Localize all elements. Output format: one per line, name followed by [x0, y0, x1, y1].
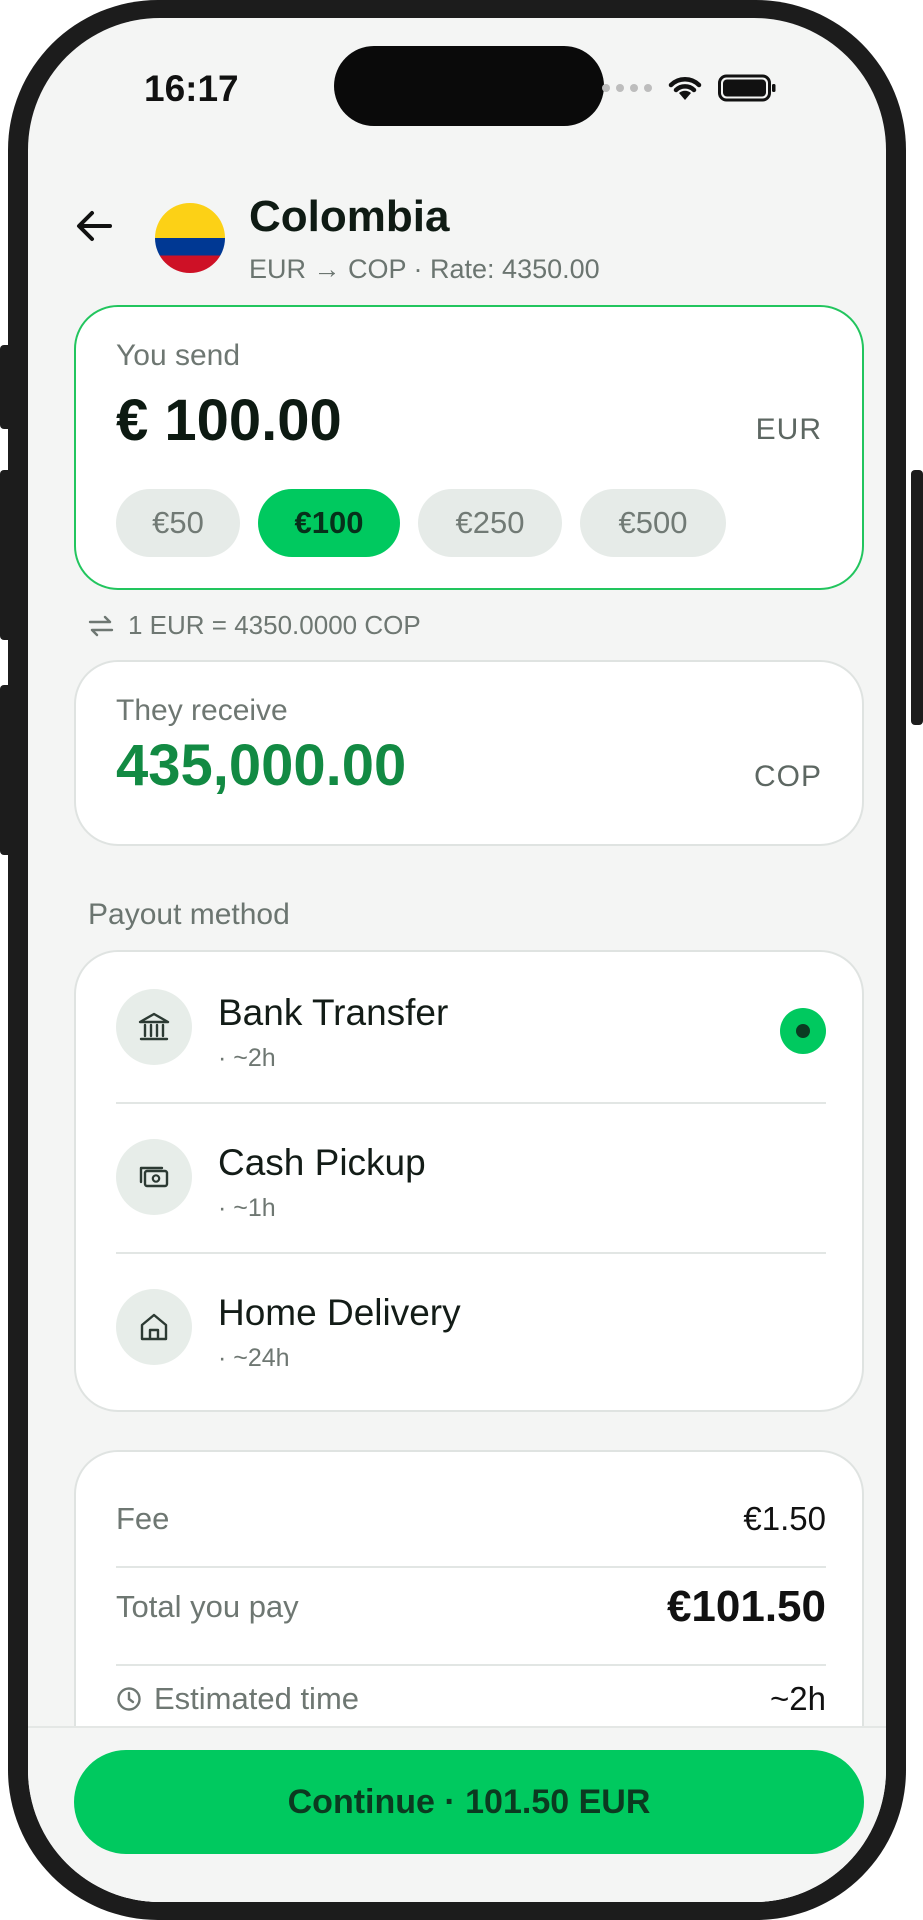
payout-option-bank-transfer[interactable]: Bank Transfer · ~2h	[116, 952, 826, 1102]
receive-currency: COP	[753, 760, 822, 793]
amount-chips: €50 €100 €250 €500	[116, 489, 726, 557]
fee-label: Fee	[116, 1501, 170, 1536]
screen: 16:17 Colombia EUR → COP · Rate: 4350.00…	[28, 18, 886, 1902]
send-currency: EUR	[755, 413, 822, 446]
send-card: You send € 100.00 EUR €50 €100 €250 €500	[74, 305, 864, 590]
total-label: Total you pay	[116, 1589, 299, 1624]
fee-row: Fee €1.50	[116, 1500, 826, 1538]
payout-option-name: Cash Pickup	[218, 1142, 426, 1183]
signal-icon	[602, 84, 652, 92]
payout-option-cash-pickup[interactable]: Cash Pickup · ~1h	[116, 1102, 826, 1252]
country-title: Colombia	[249, 192, 450, 241]
power-button	[911, 470, 923, 725]
back-arrow-icon[interactable]	[72, 204, 116, 248]
dynamic-island	[334, 46, 604, 126]
send-amount-input[interactable]: € 100.00	[116, 387, 342, 454]
payout-option-time: · ~2h	[218, 1044, 276, 1072]
payout-option-home-delivery[interactable]: Home Delivery · ~24h	[116, 1252, 826, 1402]
exchange-rate-text: 1 EUR = 4350.0000 COP	[128, 610, 421, 640]
payout-option-name: Bank Transfer	[218, 992, 449, 1033]
eta-value: ~2h	[770, 1680, 826, 1717]
currency-route: EUR → COP · Rate: 4350.00	[249, 254, 600, 284]
fee-value: €1.50	[743, 1500, 826, 1537]
total-row: Total you pay €101.50	[116, 1582, 826, 1632]
colombia-flag-icon	[155, 203, 225, 273]
header: Colombia EUR → COP · Rate: 4350.00	[28, 178, 886, 288]
continue-button[interactable]: Continue · 101.50 EUR	[74, 1750, 864, 1854]
volume-up-button	[0, 470, 12, 640]
wifi-icon	[668, 77, 702, 100]
payout-method-card: Bank Transfer · ~2h Cash Pickup · ~1h Ho…	[74, 950, 864, 1412]
radio-selected[interactable]	[780, 1008, 826, 1054]
eta-label: Estimated time	[154, 1681, 360, 1716]
chip-250[interactable]: €250	[418, 489, 562, 557]
chip-500[interactable]: €500	[580, 489, 726, 557]
payout-method-title: Payout method	[88, 898, 290, 931]
chip-50[interactable]: €50	[116, 489, 240, 557]
bottom-bar: Continue · 101.50 EUR	[28, 1726, 886, 1902]
receive-label: They receive	[116, 694, 288, 727]
clock-icon	[117, 1687, 141, 1711]
receive-card: They receive 435,000.00 COP	[74, 660, 864, 846]
cash-icon	[116, 1139, 192, 1215]
divider	[116, 1566, 826, 1568]
status-icons	[602, 74, 776, 102]
home-icon	[116, 1289, 192, 1365]
total-value: €101.50	[666, 1582, 826, 1631]
chip-100[interactable]: €100	[258, 489, 400, 557]
payout-option-name: Home Delivery	[218, 1292, 461, 1333]
payout-option-time: · ~24h	[218, 1344, 290, 1372]
send-label: You send	[116, 339, 241, 372]
bank-icon	[116, 989, 192, 1065]
volume-down-button	[0, 685, 12, 855]
divider	[116, 1664, 826, 1666]
eta-row: Estimated time ~2h	[116, 1680, 826, 1718]
swap-icon	[88, 615, 114, 636]
payout-option-time: · ~1h	[218, 1194, 276, 1222]
battery-icon	[718, 74, 776, 102]
eta-label-wrap: Estimated time	[116, 1681, 359, 1717]
status-time: 16:17	[144, 68, 239, 109]
action-button	[0, 345, 12, 429]
exchange-rate-line: 1 EUR = 4350.0000 COP	[88, 610, 421, 641]
receive-amount: 435,000.00	[116, 733, 407, 798]
